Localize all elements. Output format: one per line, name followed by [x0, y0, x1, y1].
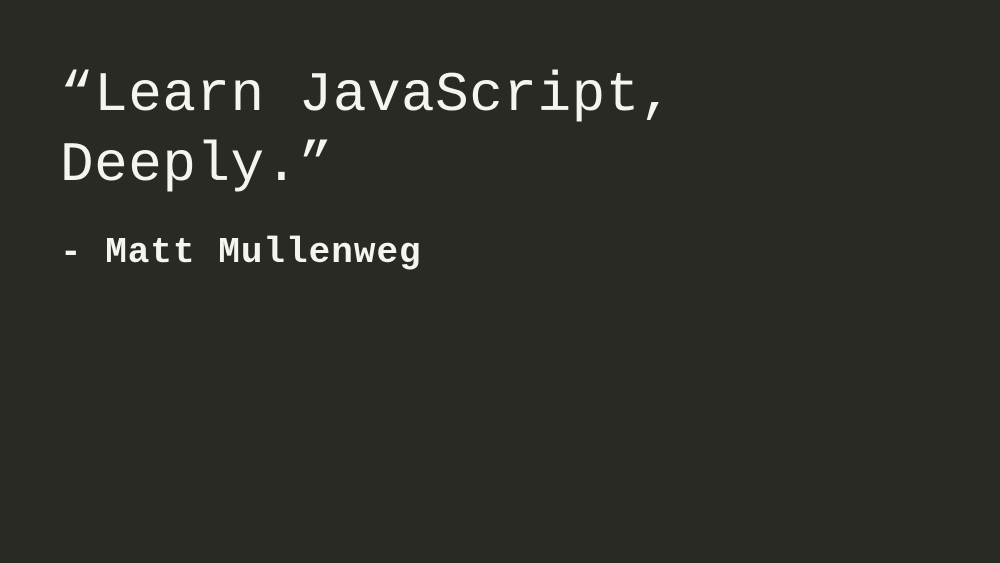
quote-slide: “Learn JavaScript, Deeply.” - Matt Mulle…	[0, 0, 1000, 563]
quote-attribution: - Matt Mullenweg	[60, 232, 940, 273]
quote-text: “Learn JavaScript, Deeply.”	[60, 60, 940, 200]
